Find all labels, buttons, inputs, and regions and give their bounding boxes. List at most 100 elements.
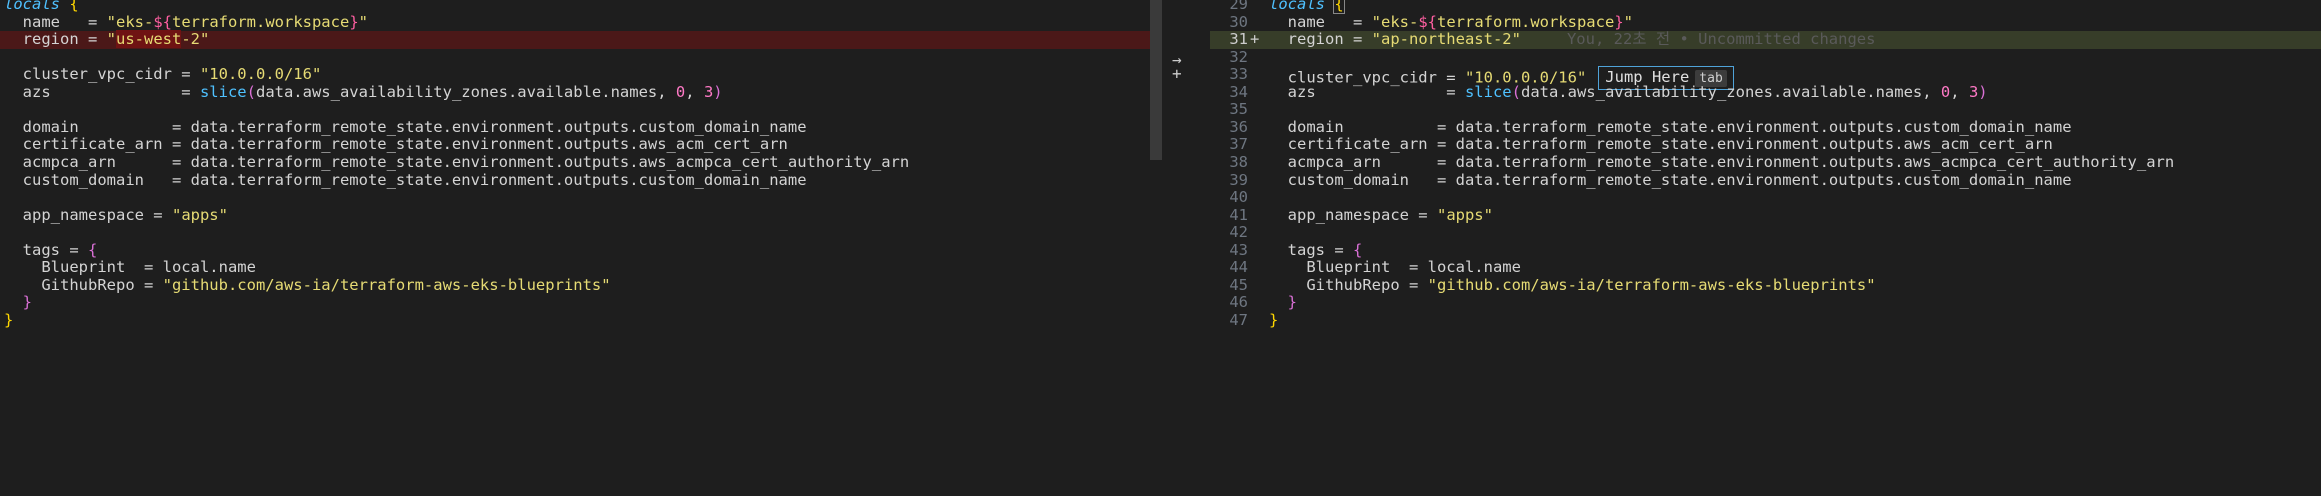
removed-code-line[interactable]: region = "us-west-2" bbox=[0, 30, 1150, 49]
code-line[interactable]: locals { bbox=[0, 0, 1150, 14]
code-line[interactable]: 39 custom_domain = data.terraform_remote… bbox=[1210, 170, 2321, 190]
code-line[interactable]: 41 app_namespace = "apps" bbox=[1210, 205, 2321, 225]
token: azs = bbox=[1269, 82, 1465, 101]
code-text: custom_domain = data.terraform_remote_st… bbox=[4, 171, 807, 190]
code-line[interactable]: tags = { bbox=[0, 241, 1150, 260]
code-line[interactable] bbox=[0, 224, 1150, 242]
code-line[interactable]: custom_domain = data.terraform_remote_st… bbox=[0, 171, 1150, 190]
code-text: tags = { bbox=[1269, 240, 1363, 260]
code-line[interactable]: 30 name = "eks-${terraform.workspace}" bbox=[1210, 12, 2321, 32]
code-line[interactable]: 47} bbox=[1210, 311, 2321, 330]
line-number: 33 bbox=[1229, 65, 1248, 84]
token: app_namespace = bbox=[1269, 205, 1437, 224]
line-number: 31 bbox=[1229, 30, 1248, 49]
token: tags = bbox=[1269, 240, 1353, 259]
token: } bbox=[349, 12, 359, 31]
code-text: GithubRepo = "github.com/aws-ia/terrafor… bbox=[1269, 275, 1875, 295]
line-number: 35 bbox=[1229, 100, 1248, 119]
token: app_namespace = bbox=[4, 205, 172, 224]
code-text: } bbox=[4, 294, 32, 312]
code-line[interactable]: acmpca_arn = data.terraform_remote_state… bbox=[0, 152, 1150, 172]
line-number: 32 bbox=[1229, 47, 1248, 66]
code-line[interactable]: 45 GithubRepo = "github.com/aws-ia/terra… bbox=[1210, 275, 2321, 295]
code-line[interactable]: name = "eks-${terraform.workspace}" bbox=[0, 12, 1150, 32]
code-text: name = "eks-${terraform.workspace}" bbox=[4, 12, 368, 32]
code-line[interactable]: 42 bbox=[1210, 224, 2321, 242]
token: azs = bbox=[4, 82, 200, 101]
token: slice bbox=[199, 82, 247, 101]
line-number: 41 bbox=[1229, 205, 1248, 224]
token: data.aws_availability_zones.available.na… bbox=[255, 82, 676, 101]
token: locals bbox=[4, 0, 60, 13]
token: name = bbox=[1269, 12, 1372, 31]
code-line[interactable]: azs = slice(data.aws_availability_zones.… bbox=[0, 82, 1150, 102]
token: slice bbox=[1464, 82, 1512, 101]
token: "apps" bbox=[1436, 205, 1493, 224]
token: "eks- bbox=[1371, 12, 1419, 31]
code-line[interactable]: app_namespace = "apps" bbox=[0, 205, 1150, 225]
token: } bbox=[1614, 12, 1624, 31]
code-line[interactable]: 36 domain = data.terraform_remote_state.… bbox=[1210, 117, 2321, 137]
code-line[interactable]: 29 locals { bbox=[1210, 0, 2321, 14]
token: 3 bbox=[1968, 82, 1979, 101]
code-line[interactable]: domain = data.terraform_remote_state.env… bbox=[0, 118, 1150, 137]
code-text: domain = data.terraform_remote_state.env… bbox=[4, 118, 807, 137]
token: } bbox=[22, 293, 33, 312]
code-line[interactable] bbox=[0, 189, 1150, 207]
code-text: certificate_arn = data.terraform_remote_… bbox=[4, 136, 788, 154]
code-text: domain = data.terraform_remote_state.env… bbox=[1269, 117, 2072, 137]
code-line[interactable]: 38 acmpca_arn = data.terraform_remote_st… bbox=[1210, 153, 2321, 172]
token: GithubRepo = bbox=[1269, 275, 1428, 294]
token: domain = data.terraform_remote_state.env… bbox=[1269, 117, 2072, 136]
code-line[interactable]: 43 tags = { bbox=[1210, 240, 2321, 260]
code-line[interactable]: } bbox=[0, 294, 1150, 312]
token: 3 bbox=[703, 82, 714, 101]
code-line[interactable]: 44 Blueprint = local.name bbox=[1210, 258, 2321, 277]
token: data.aws_availability_zones.available.na… bbox=[1520, 82, 1941, 101]
token: certificate_arn = data.terraform_remote_… bbox=[4, 135, 788, 154]
code-line[interactable]: 37 certificate_arn = data.terraform_remo… bbox=[1210, 136, 2321, 154]
code-line[interactable]: 34 azs = slice(data.aws_availability_zon… bbox=[1210, 82, 2321, 102]
token: region = bbox=[1269, 30, 1372, 49]
token: "github.com/aws-ia/terraform-aws-eks-blu… bbox=[162, 275, 611, 294]
code-line[interactable]: 40 bbox=[1210, 188, 2321, 207]
code-text: name = "eks-${terraform.workspace}" bbox=[1269, 12, 1633, 32]
code-line[interactable] bbox=[0, 101, 1150, 119]
token: { bbox=[1333, 0, 1345, 14]
token: acmpca_arn = data.terraform_remote_state… bbox=[4, 152, 910, 171]
code-text: region = "ap-northeast-2" You, 22초 전 • Un… bbox=[1269, 30, 1876, 49]
line-number: 43 bbox=[1229, 240, 1248, 259]
added-code-line[interactable]: 31 + region = "ap-northeast-2" You, 22초 전 … bbox=[1210, 30, 2321, 49]
code-text: acmpca_arn = data.terraform_remote_state… bbox=[1269, 153, 2175, 172]
code-line[interactable] bbox=[0, 49, 1150, 67]
diff-left-pane[interactable]: locals { name = "eks-${terraform.workspa… bbox=[0, 0, 1150, 496]
code-text: } bbox=[1269, 311, 1278, 330]
token: } bbox=[1287, 293, 1298, 312]
token: "10.0.0.0/16" bbox=[199, 65, 322, 84]
diff-right-pane[interactable]: 29 locals {30 name = "eks-${terraform.wor… bbox=[1210, 0, 2321, 496]
token: 0 bbox=[675, 82, 686, 101]
code-text: tags = { bbox=[4, 241, 98, 260]
code-text: app_namespace = "apps" bbox=[4, 205, 228, 225]
added-line-marker: + bbox=[1250, 30, 1260, 49]
line-number: 39 bbox=[1229, 170, 1248, 189]
token: Blueprint = local.name bbox=[4, 258, 256, 277]
code-line[interactable]: 35 bbox=[1210, 101, 2321, 119]
code-line[interactable]: 32 bbox=[1210, 47, 2321, 67]
code-line[interactable]: GithubRepo = "github.com/aws-ia/terrafor… bbox=[0, 275, 1150, 295]
code-line[interactable]: cluster_vpc_cidr = "10.0.0.0/16" bbox=[0, 65, 1150, 84]
code-line[interactable]: certificate_arn = data.terraform_remote_… bbox=[0, 136, 1150, 154]
code-line[interactable]: } bbox=[0, 311, 1150, 330]
token: " bbox=[358, 12, 368, 31]
code-text: cluster_vpc_cidr = "10.0.0.0/16" bbox=[4, 65, 322, 84]
line-number: 40 bbox=[1229, 188, 1248, 207]
left-scrollbar[interactable] bbox=[1150, 0, 1162, 160]
token: , bbox=[1950, 82, 1969, 101]
code-line[interactable]: 33 cluster_vpc_cidr = "10.0.0.0/16" Jump … bbox=[1210, 65, 2321, 91]
code-line[interactable]: Blueprint = local.name bbox=[0, 258, 1150, 277]
code-line[interactable]: 46 } bbox=[1210, 294, 2321, 312]
code-text: custom_domain = data.terraform_remote_st… bbox=[1269, 171, 2072, 190]
line-number: 36 bbox=[1229, 117, 1248, 136]
plus-icon[interactable]: + bbox=[1172, 66, 1182, 82]
